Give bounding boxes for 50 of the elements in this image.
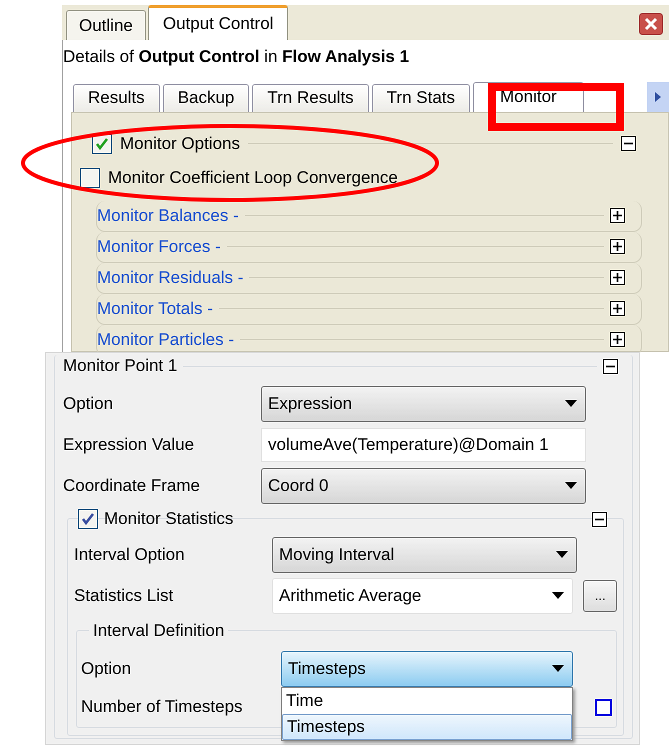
tab[interactable]: Trn Stats bbox=[372, 84, 470, 112]
field-label: Expression Value bbox=[63, 434, 196, 456]
text-field[interactable]: volumeAve(Temperature)@Domain 1 bbox=[261, 428, 586, 462]
dropdown[interactable]: Moving Interval bbox=[272, 536, 577, 572]
caret-icon bbox=[565, 482, 577, 489]
scroll-right-button[interactable] bbox=[647, 82, 669, 112]
field-label: Option bbox=[81, 658, 132, 680]
expand-icon[interactable] bbox=[610, 301, 625, 316]
check-icon bbox=[94, 136, 110, 152]
checkbox[interactable] bbox=[595, 698, 612, 716]
field-label: Interval Option bbox=[74, 544, 186, 566]
check-icon bbox=[80, 511, 96, 527]
close-icon[interactable] bbox=[639, 13, 663, 35]
checkbox[interactable] bbox=[78, 509, 98, 529]
dropdown[interactable]: Expression bbox=[261, 386, 586, 422]
expand-icon[interactable] bbox=[610, 332, 625, 347]
tab[interactable]: Output Control bbox=[148, 5, 288, 40]
group-label: Monitor Options bbox=[120, 132, 240, 155]
dropdown-option[interactable]: Time bbox=[282, 688, 572, 714]
dropdown[interactable]: Timesteps bbox=[281, 650, 573, 686]
caret-icon bbox=[552, 665, 564, 672]
tab[interactable]: Results bbox=[73, 84, 160, 112]
field-label: Coordinate Frame bbox=[63, 474, 202, 497]
field-label: Number of Timesteps bbox=[81, 696, 243, 718]
dropdown[interactable]: Coord 0 bbox=[261, 468, 586, 504]
caret-icon bbox=[556, 551, 568, 558]
dropdown[interactable]: Arithmetic Average bbox=[272, 578, 574, 614]
expand-icon[interactable] bbox=[610, 270, 625, 285]
collapse-icon[interactable] bbox=[592, 512, 607, 526]
ellipsis-button[interactable]: ... bbox=[583, 580, 617, 612]
field-label: Statistics List bbox=[74, 584, 174, 607]
expand-icon[interactable] bbox=[610, 208, 625, 223]
collapse-icon[interactable] bbox=[603, 358, 618, 374]
collapse-icon[interactable] bbox=[621, 136, 636, 151]
field-label: Option bbox=[63, 392, 114, 415]
section-link[interactable]: Monitor Forces - bbox=[97, 234, 221, 260]
caret-icon bbox=[552, 592, 564, 599]
section-link[interactable]: Monitor Totals - bbox=[97, 296, 213, 322]
tab[interactable]: Trn Results bbox=[252, 84, 369, 112]
checkbox[interactable] bbox=[80, 168, 100, 188]
caret-icon bbox=[565, 400, 577, 407]
arrow-right-icon bbox=[654, 90, 662, 102]
tab[interactable]: Backup bbox=[162, 84, 250, 112]
checkbox-label: Monitor Statistics bbox=[104, 508, 234, 530]
details-title: Details of Output Control in Flow Analysis 1 bbox=[63, 46, 410, 68]
group-title: Monitor Point 1 bbox=[63, 355, 178, 378]
dropdown-option[interactable]: Timesteps bbox=[282, 714, 572, 740]
checkbox-label: Monitor Coefficient Loop Convergence bbox=[108, 166, 398, 189]
expand-icon[interactable] bbox=[610, 239, 625, 254]
tab[interactable]: Outline bbox=[66, 10, 146, 40]
